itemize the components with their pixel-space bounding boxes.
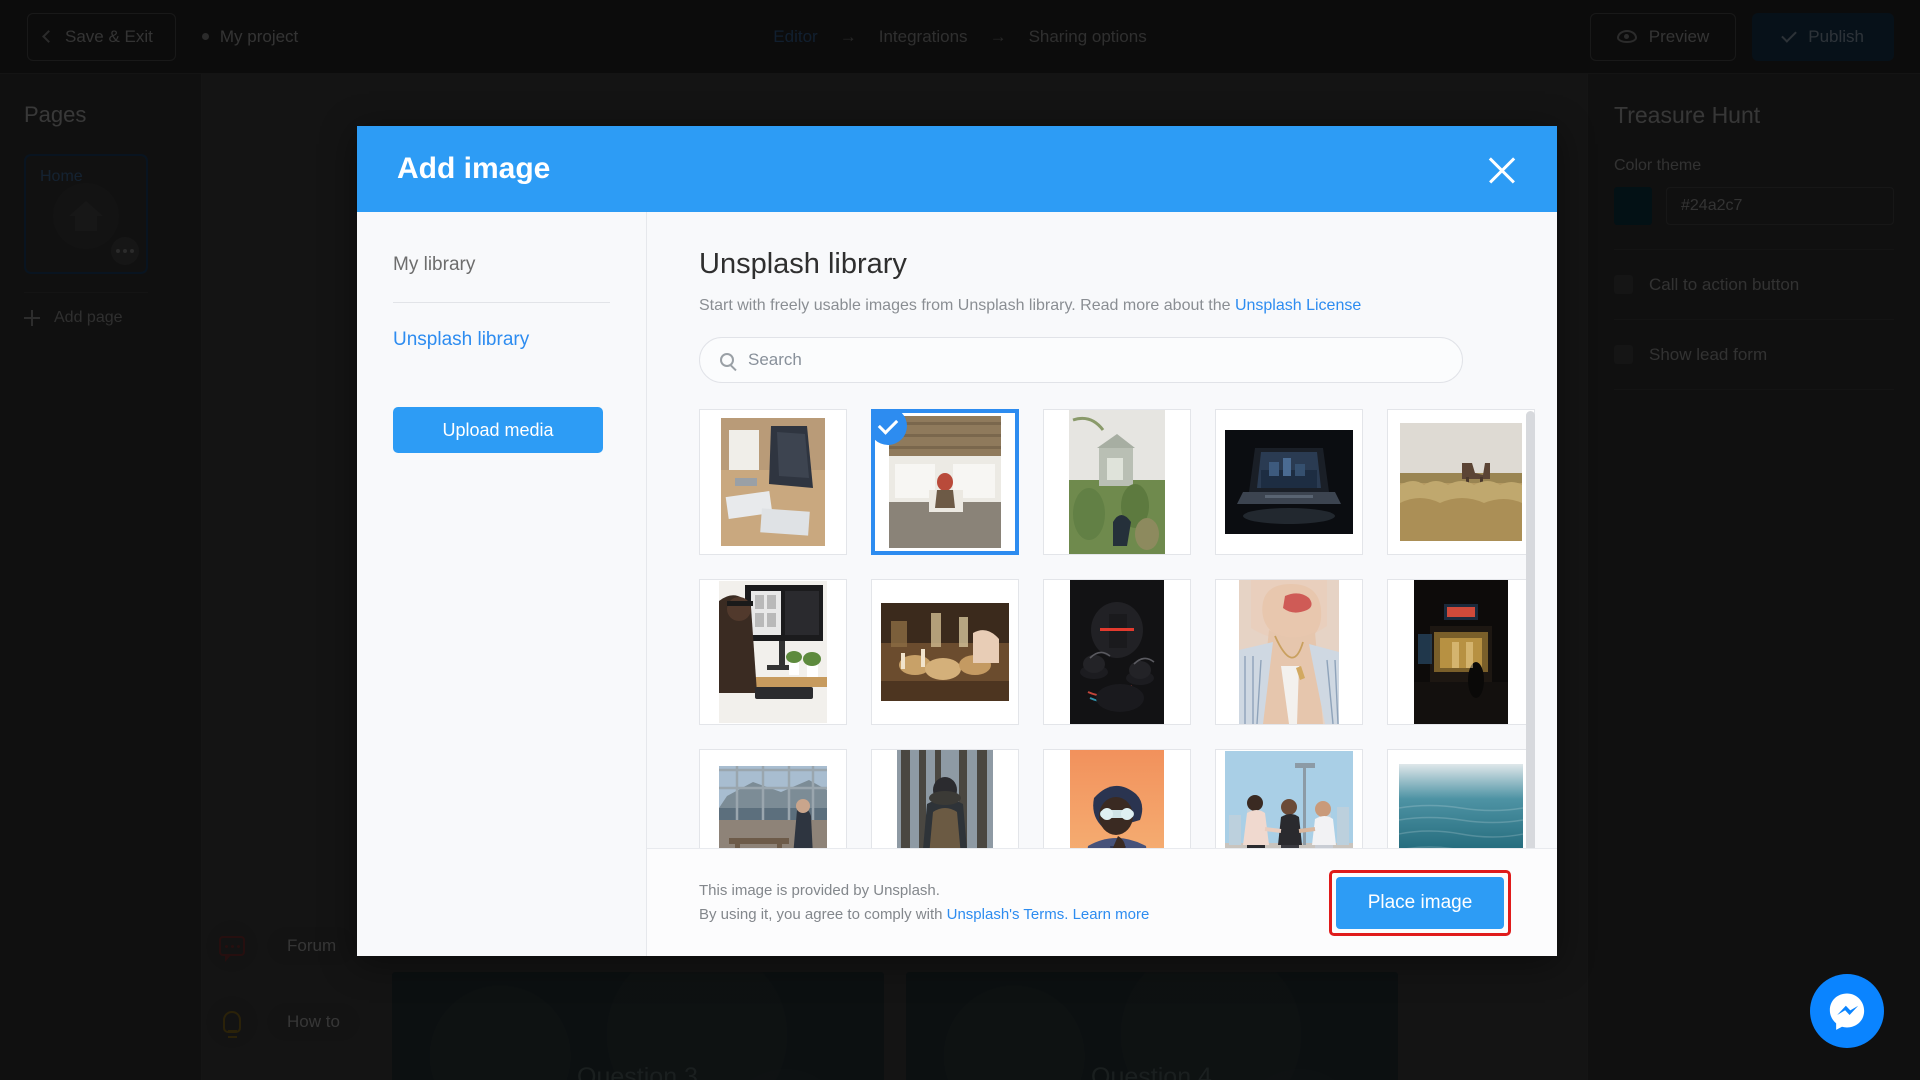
search-placeholder: Search <box>748 350 802 369</box>
thumb-art-3 <box>1069 410 1165 554</box>
thumb-art-7 <box>881 603 1009 701</box>
image-thumbnail-10[interactable] <box>1387 579 1535 725</box>
modal-footer: This image is provided by Unsplash. By u… <box>647 848 1557 956</box>
image-thumbnail-8[interactable] <box>1043 579 1191 725</box>
image-thumbnail-5[interactable] <box>1387 409 1535 555</box>
thumb-art-9 <box>1239 580 1339 724</box>
description-text: Start with freely usable images from Uns… <box>699 297 1235 314</box>
thumb-art-12 <box>897 750 993 848</box>
modal-main-header: Unsplash library Start with freely usabl… <box>647 212 1557 383</box>
app-root: Save & Exit My project Editor → Integrat… <box>0 0 1920 1080</box>
place-image-button[interactable]: Place image <box>1336 876 1504 929</box>
attribution-line-2-text: By using it, you agree to comply with <box>699 905 947 923</box>
place-image-highlight: Place image <box>1329 869 1511 936</box>
image-grid <box>699 409 1535 848</box>
thumb-art-11 <box>719 766 827 848</box>
thumb-art-8 <box>1070 580 1164 724</box>
thumb-art-4 <box>1225 430 1353 534</box>
close-icon[interactable] <box>1485 152 1519 186</box>
attribution-line-1: This image is provided by Unsplash. <box>699 881 940 899</box>
messenger-chat-button[interactable] <box>1810 974 1884 1048</box>
image-thumbnail-11[interactable] <box>699 749 847 848</box>
modal-main: Unsplash library Start with freely usabl… <box>647 212 1557 956</box>
image-thumbnail-1[interactable] <box>699 409 847 555</box>
modal-body: My library Unsplash library Upload media… <box>357 212 1557 956</box>
image-grid-wrapper <box>647 383 1557 848</box>
thumb-art-6 <box>719 581 827 723</box>
image-thumbnail-2-selected[interactable] <box>871 409 1019 555</box>
image-thumbnail-13[interactable] <box>1043 749 1191 848</box>
image-thumbnail-6[interactable] <box>699 579 847 725</box>
thumb-art-13 <box>1070 750 1164 848</box>
modal-title: Add image <box>397 152 551 185</box>
unsplash-description: Start with freely usable images from Uns… <box>699 297 1513 315</box>
search-icon <box>720 353 734 367</box>
sidebar-item-my-library[interactable]: My library <box>393 254 610 303</box>
thumb-art-14 <box>1225 751 1353 848</box>
search-input[interactable]: Search <box>699 337 1463 383</box>
thumb-art-10 <box>1414 580 1508 724</box>
modal-header: Add image <box>357 126 1557 212</box>
modal-sidebar: My library Unsplash library Upload media <box>357 212 647 956</box>
scrollbar-thumb[interactable] <box>1526 411 1535 848</box>
thumb-art-5 <box>1400 423 1522 541</box>
unsplash-license-link[interactable]: Unsplash License <box>1235 297 1361 314</box>
thumb-art-2 <box>889 416 1001 548</box>
grid-scrollbar[interactable] <box>1526 411 1535 848</box>
image-thumbnail-7[interactable] <box>871 579 1019 725</box>
unsplash-terms-link[interactable]: Unsplash's Terms. Learn more <box>947 906 1150 923</box>
image-thumbnail-9[interactable] <box>1215 579 1363 725</box>
thumb-art-1 <box>721 418 825 546</box>
attribution-line-2: By using it, you agree to comply with Un… <box>699 903 1149 927</box>
messenger-icon <box>1829 993 1865 1030</box>
sidebar-item-unsplash-library[interactable]: Unsplash library <box>393 303 610 351</box>
image-thumbnail-14[interactable] <box>1215 749 1363 848</box>
thumb-art-15 <box>1399 764 1523 848</box>
attribution-text: This image is provided by Unsplash. By u… <box>699 879 1149 927</box>
image-thumbnail-3[interactable] <box>1043 409 1191 555</box>
unsplash-heading: Unsplash library <box>699 248 907 280</box>
image-thumbnail-15[interactable] <box>1387 749 1535 848</box>
image-thumbnail-12[interactable] <box>871 749 1019 848</box>
add-image-modal: Add image My library Unsplash library Up… <box>357 126 1557 956</box>
image-thumbnail-4[interactable] <box>1215 409 1363 555</box>
upload-media-button[interactable]: Upload media <box>393 407 603 453</box>
